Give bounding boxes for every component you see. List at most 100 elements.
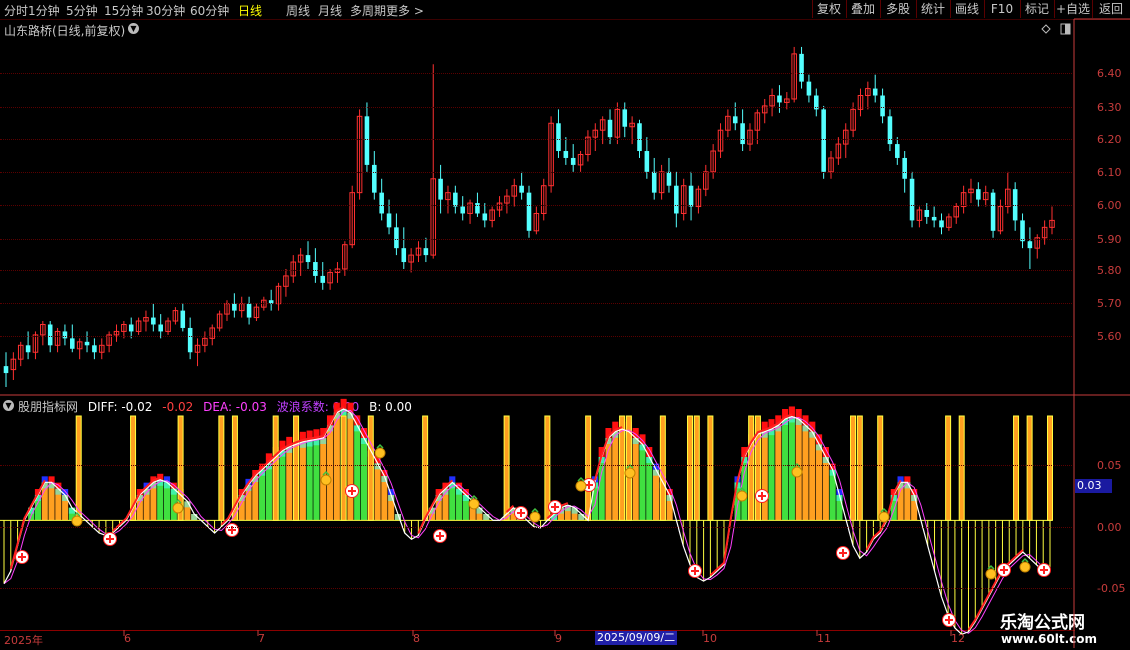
candle-body bbox=[62, 331, 68, 339]
histogram-bar bbox=[252, 476, 259, 521]
candle-body bbox=[607, 119, 613, 138]
coin-signal-icon bbox=[736, 490, 748, 502]
coin-signal-icon bbox=[71, 515, 83, 527]
date-tick-label: 10 bbox=[703, 632, 717, 645]
price-tick-label: 5.70 bbox=[1097, 297, 1122, 310]
grid-line bbox=[0, 205, 1072, 206]
candle-body bbox=[180, 310, 186, 328]
date-tick-label: 6 bbox=[124, 632, 131, 645]
candle-body bbox=[70, 338, 75, 349]
signal-bar bbox=[75, 415, 82, 521]
candle-body bbox=[158, 324, 163, 332]
signal-bar bbox=[1013, 415, 1020, 521]
date-tick-label: 8 bbox=[413, 632, 420, 645]
candle-body bbox=[25, 345, 31, 353]
histogram-bar bbox=[333, 412, 340, 521]
histogram-bar bbox=[347, 412, 354, 521]
histogram-bar bbox=[157, 479, 164, 521]
indicator-tick-label: 0.00 bbox=[1097, 521, 1122, 534]
histogram-cap bbox=[462, 489, 469, 495]
candle-body bbox=[570, 157, 576, 165]
histogram-bar bbox=[306, 440, 313, 521]
histogram-bar bbox=[313, 439, 320, 521]
candle-body bbox=[637, 123, 642, 152]
candle-body bbox=[799, 53, 804, 82]
histogram-edge bbox=[456, 488, 463, 495]
signal-bar bbox=[693, 415, 700, 521]
grid-line bbox=[0, 527, 1072, 528]
histogram-bar bbox=[782, 419, 789, 521]
histogram-bar bbox=[775, 425, 782, 521]
candle-body bbox=[651, 171, 657, 193]
candle-body bbox=[939, 220, 944, 228]
candle-body bbox=[519, 185, 524, 193]
histogram-cap bbox=[904, 476, 911, 483]
histogram-bar bbox=[816, 444, 823, 521]
coin-signal-icon bbox=[624, 467, 636, 479]
coin-signal-icon bbox=[172, 502, 184, 514]
candle-body bbox=[563, 151, 569, 158]
histogram-edge bbox=[578, 514, 585, 520]
coin-signal-icon bbox=[374, 447, 386, 459]
date-tick-label: 9 bbox=[555, 632, 562, 645]
candle-body bbox=[423, 248, 429, 256]
signal-bar bbox=[272, 415, 279, 521]
date-tick-label: 7 bbox=[258, 632, 265, 645]
signal-bar bbox=[422, 415, 429, 521]
coin-signal-icon bbox=[1019, 561, 1031, 573]
grid-line bbox=[0, 336, 1072, 337]
histogram-bar bbox=[286, 446, 293, 521]
signal-bar bbox=[687, 415, 694, 521]
coin-signal-icon bbox=[320, 474, 332, 486]
coin-signal-icon bbox=[878, 511, 890, 523]
candle-body bbox=[806, 81, 812, 96]
histogram-bar bbox=[646, 457, 653, 521]
signal-bar bbox=[293, 415, 300, 521]
candle-body bbox=[740, 123, 745, 145]
histogram-bar bbox=[259, 469, 266, 521]
histogram-bar bbox=[374, 463, 381, 521]
histogram-bar bbox=[265, 463, 272, 521]
histogram-edge bbox=[571, 507, 578, 514]
candle-body bbox=[394, 227, 399, 249]
candle-body bbox=[313, 262, 318, 276]
candle-body bbox=[246, 303, 252, 318]
candle-body bbox=[305, 255, 311, 263]
candle-body bbox=[92, 345, 97, 353]
signal-bar bbox=[218, 415, 225, 521]
price-tick-label: 6.20 bbox=[1097, 133, 1122, 146]
date-tick-label: 11 bbox=[817, 632, 831, 645]
grid-line bbox=[0, 588, 1072, 589]
candle-body bbox=[990, 192, 996, 231]
candle-body bbox=[526, 192, 532, 231]
grid-line bbox=[0, 303, 1072, 304]
histogram-bar bbox=[761, 431, 768, 521]
candle-body bbox=[187, 327, 193, 353]
signal-bar bbox=[707, 415, 714, 521]
candle-body bbox=[3, 366, 9, 374]
price-tick-label: 6.30 bbox=[1097, 101, 1122, 114]
signal-bar bbox=[856, 415, 863, 521]
candle-body bbox=[821, 109, 826, 172]
candle-body bbox=[674, 185, 679, 214]
signal-bar bbox=[877, 415, 884, 521]
signal-bar bbox=[1047, 415, 1053, 521]
histogram-bar bbox=[639, 444, 646, 521]
coin-signal-icon bbox=[791, 466, 803, 478]
price-tick-label: 5.90 bbox=[1097, 233, 1122, 246]
candle-body bbox=[401, 248, 407, 263]
price-tick-label: 6.00 bbox=[1097, 199, 1122, 212]
candle-body bbox=[556, 123, 561, 152]
grid-line bbox=[0, 270, 1072, 271]
candle-body bbox=[924, 210, 930, 217]
histogram-bar bbox=[354, 425, 361, 521]
candle-body bbox=[895, 144, 900, 158]
signal-bar bbox=[503, 415, 510, 521]
candle-body bbox=[902, 157, 907, 179]
signal-bar bbox=[367, 415, 374, 521]
histogram-bar bbox=[632, 438, 639, 521]
candle-body bbox=[732, 116, 738, 124]
histogram-edge bbox=[802, 425, 809, 432]
histogram-edge bbox=[795, 419, 802, 425]
signal-bar bbox=[340, 415, 347, 521]
